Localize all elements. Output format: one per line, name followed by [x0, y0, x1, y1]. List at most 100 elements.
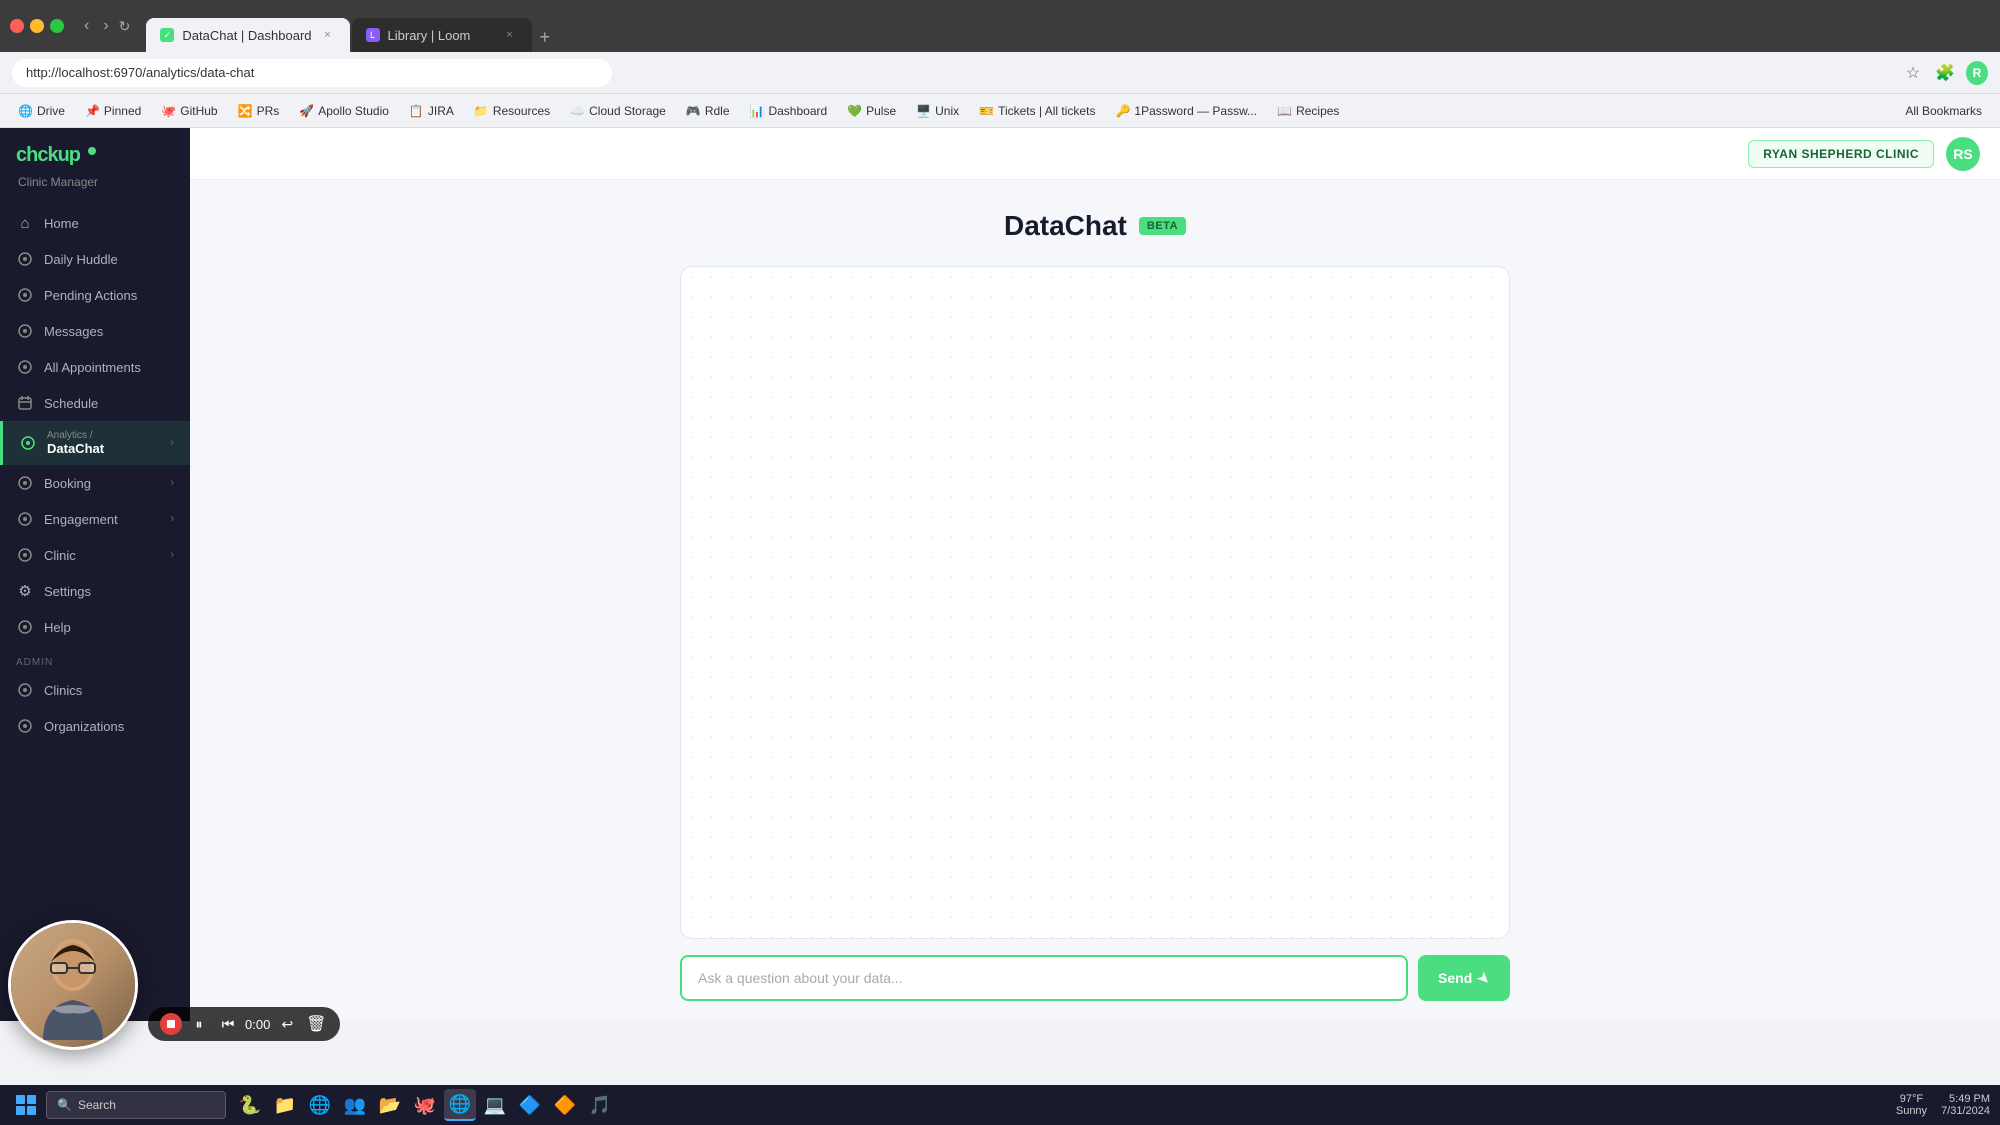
- sidebar-item-daily-huddle[interactable]: Daily Huddle: [0, 241, 190, 277]
- bookmark-prs[interactable]: 🔀 PRs: [230, 101, 288, 121]
- taskbar-search-label: Search: [78, 1098, 116, 1112]
- bookmark-star-icon[interactable]: ☆: [1902, 62, 1924, 84]
- tab-close-datachat[interactable]: ×: [320, 27, 336, 43]
- sidebar-item-settings[interactable]: ⚙ Settings: [0, 573, 190, 609]
- all-bookmarks-button[interactable]: All Bookmarks: [1897, 101, 1990, 121]
- back-button[interactable]: ‹: [80, 15, 93, 37]
- bookmark-pinned-icon: 📌: [85, 104, 100, 118]
- sidebar-item-home[interactable]: ⌂ Home: [0, 205, 190, 241]
- loom-pause-button[interactable]: ⏸: [187, 1012, 211, 1036]
- tab-favicon-datachat: ✓: [160, 28, 174, 42]
- bookmark-tickets[interactable]: 🎫 Tickets | All tickets: [971, 101, 1103, 121]
- bookmark-1password-icon: 🔑: [1115, 104, 1130, 118]
- bookmark-rdle[interactable]: 🎮 Rdle: [678, 101, 738, 121]
- sidebar-item-clinic[interactable]: Clinic ›: [0, 537, 190, 573]
- bookmark-prs-icon: 🔀: [238, 104, 253, 118]
- taskbar-app-spotify[interactable]: 🎵: [584, 1089, 616, 1121]
- sidebar-item-help[interactable]: Help: [0, 609, 190, 645]
- nav-label-clinics: Clinics: [44, 683, 82, 698]
- loom-stop-button[interactable]: [160, 1013, 182, 1035]
- nav-label-pending-actions: Pending Actions: [44, 288, 137, 303]
- taskbar-app-browser[interactable]: 🌐: [304, 1089, 336, 1121]
- window-minimize-button[interactable]: [30, 19, 44, 33]
- bookmark-drive[interactable]: 🌐 Drive: [10, 101, 73, 121]
- bookmark-pinned[interactable]: 📌 Pinned: [77, 101, 149, 121]
- taskbar-app-vscode[interactable]: 💻: [479, 1089, 511, 1121]
- send-button[interactable]: Send ➤: [1418, 955, 1510, 1001]
- sidebar-item-booking[interactable]: Booking ›: [0, 465, 190, 501]
- tab-close-loom[interactable]: ×: [502, 27, 518, 43]
- bookmark-apollo[interactable]: 🚀 Apollo Studio: [291, 101, 397, 121]
- bookmark-resources-label: Resources: [493, 104, 550, 118]
- start-button[interactable]: [10, 1089, 42, 1121]
- loom-forward-button[interactable]: ↩: [275, 1012, 299, 1036]
- bookmark-dashboard[interactable]: 📊 Dashboard: [742, 101, 836, 121]
- taskbar-app-dotnet[interactable]: 🔷: [514, 1089, 546, 1121]
- sidebar-item-organizations[interactable]: Organizations: [0, 708, 190, 744]
- admin-section-label: ADMIN: [0, 645, 190, 672]
- booking-icon: [16, 474, 34, 492]
- tab-label-datachat: DataChat | Dashboard: [182, 28, 311, 43]
- logo-text: chckup: [16, 144, 80, 167]
- bookmark-jira-icon: 📋: [409, 104, 424, 118]
- sidebar-item-schedule[interactable]: Schedule: [0, 385, 190, 421]
- all-appointments-icon: [16, 358, 34, 376]
- tab-loom[interactable]: L Library | Loom ×: [352, 18, 532, 52]
- sidebar-item-all-appointments[interactable]: All Appointments: [0, 349, 190, 385]
- bookmark-rdle-label: Rdle: [705, 104, 730, 118]
- analytics-chevron-icon: ›: [170, 437, 174, 449]
- url-input[interactable]: [12, 59, 612, 87]
- loom-controls-bar: ⏸ ⏮ 0:00 ↩ 🗑: [148, 1007, 340, 1041]
- taskbar-app-chrome[interactable]: 🌐: [444, 1089, 476, 1121]
- stop-icon: [167, 1020, 175, 1028]
- tab-datachat[interactable]: ✓ DataChat | Dashboard ×: [146, 18, 349, 52]
- taskbar-search-box[interactable]: 🔍 Search: [46, 1091, 226, 1119]
- sidebar-item-clinics[interactable]: Clinics: [0, 672, 190, 708]
- taskbar-right: 97°F Sunny 5:49 PM 7/31/2024: [1896, 1093, 1990, 1117]
- organizations-icon: [16, 717, 34, 735]
- bookmark-resources[interactable]: 📁 Resources: [466, 101, 558, 121]
- loom-delete-button[interactable]: 🗑: [304, 1012, 328, 1036]
- taskbar-app-explorer[interactable]: 📂: [374, 1089, 406, 1121]
- nav-label-help: Help: [44, 620, 71, 635]
- refresh-button[interactable]: ↻: [119, 15, 131, 37]
- window-maximize-button[interactable]: [50, 19, 64, 33]
- sidebar-item-pending-actions[interactable]: Pending Actions: [0, 277, 190, 313]
- new-tab-button[interactable]: +: [532, 27, 559, 48]
- taskbar-weather: 97°F Sunny: [1896, 1093, 1927, 1117]
- chat-input[interactable]: [680, 955, 1408, 1001]
- profile-icon[interactable]: R: [1966, 62, 1988, 84]
- window-close-button[interactable]: [10, 19, 24, 33]
- bookmark-pulse[interactable]: 💚 Pulse: [839, 101, 904, 121]
- bookmark-recipes[interactable]: 📖 Recipes: [1269, 101, 1347, 121]
- sidebar-item-messages[interactable]: Messages: [0, 313, 190, 349]
- bookmark-github[interactable]: 🐙 GitHub: [153, 101, 225, 121]
- taskbar-app-python[interactable]: 🐍: [234, 1089, 266, 1121]
- bookmark-unix[interactable]: 🖥️ Unix: [908, 101, 967, 121]
- bookmark-1password[interactable]: 🔑 1Password — Passw...: [1107, 101, 1265, 121]
- clinic-manager-label: Clinic Manager: [2, 175, 190, 197]
- taskbar-app-extra[interactable]: 🔶: [549, 1089, 581, 1121]
- address-bar: ☆ 🧩 R: [0, 52, 2000, 94]
- bookmark-apollo-label: Apollo Studio: [318, 104, 389, 118]
- nav-label-messages: Messages: [44, 324, 103, 339]
- user-avatar[interactable]: RS: [1946, 137, 1980, 171]
- taskbar-app-files[interactable]: 📁: [269, 1089, 301, 1121]
- weather-desc: Sunny: [1896, 1105, 1927, 1117]
- forward-button[interactable]: ›: [99, 15, 112, 37]
- sidebar-item-engagement[interactable]: Engagement ›: [0, 501, 190, 537]
- extension-icon[interactable]: 🧩: [1934, 62, 1956, 84]
- taskbar-app-teams[interactable]: 👥: [339, 1089, 371, 1121]
- send-icon: ➤: [1474, 968, 1494, 988]
- nav-label-booking: Booking: [44, 476, 91, 491]
- taskbar-app-github-desktop[interactable]: 🐙: [409, 1089, 441, 1121]
- bookmark-cloud-storage-icon: ☁️: [570, 104, 585, 118]
- bookmark-jira[interactable]: 📋 JIRA: [401, 101, 462, 121]
- loom-rewind-button[interactable]: ⏮: [216, 1012, 240, 1036]
- analytics-icon: [19, 434, 37, 452]
- sidebar-item-analytics-datachat[interactable]: Analytics / DataChat ›: [0, 421, 190, 465]
- clinic-badge[interactable]: RYAN SHEPHERD CLINIC: [1748, 140, 1934, 168]
- bookmark-cloud-storage[interactable]: ☁️ Cloud Storage: [562, 101, 674, 121]
- chat-area: [680, 266, 1510, 939]
- browser-chrome: ‹ › ↻ ✓ DataChat | Dashboard × L Library…: [0, 0, 2000, 52]
